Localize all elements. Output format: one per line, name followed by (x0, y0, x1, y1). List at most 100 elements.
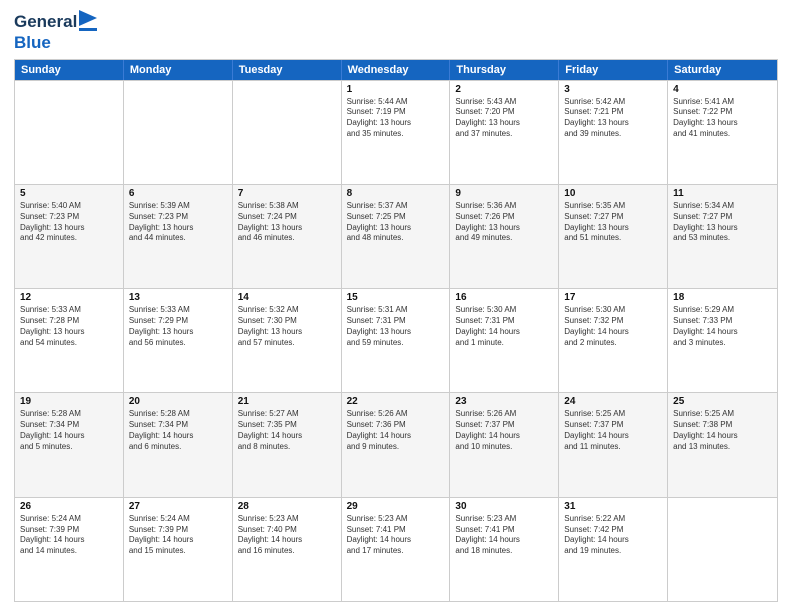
calendar-cell: 7 Sunrise: 5:38 AM Sunset: 7:24 PM Daylig… (233, 185, 342, 288)
calendar-header: SundayMondayTuesdayWednesdayThursdayFrid… (15, 60, 777, 80)
day-number: 11 (673, 188, 772, 199)
calendar-cell: 19Sunrise: 5:28 AM Sunset: 7:34 PM Dayli… (15, 393, 124, 496)
calendar-cell: 14 Sunrise: 5:32 AM Sunset: 7:30 PM Dayli… (233, 289, 342, 392)
calendar-cell: 5Sunrise: 5:40 AM Sunset: 7:23 PM Daylig… (15, 185, 124, 288)
calendar-row: 19 Sunrise: 5:28 AM Sunset: 7:34 PM Dayli… (15, 392, 777, 496)
calendar-cell: 23Sunrise: 5:26 AM Sunset: 7:37 PM Dayli… (450, 393, 559, 496)
calendar-cell: 10Sunrise: 5:35 AM Sunset: 7:27 PM Dayli… (559, 185, 668, 288)
cell-info: Sunrise: 5:30 AM Sunset: 7:31 PM Dayligh… (455, 305, 553, 348)
calendar-cell: 13Sunrise: 5:33 AM Sunset: 7:29 PM Dayli… (124, 289, 233, 392)
day-number: 31 (564, 501, 662, 512)
cell-info: Sunrise: 5:30 AM Sunset: 7:32 PM Dayligh… (564, 305, 662, 348)
cell-info: Sunrise: 5:23 AM Sunset: 7:40 PM Dayligh… (238, 514, 336, 557)
cell-info: Sunrise: 5:22 AM Sunset: 7:42 PM Dayligh… (564, 514, 662, 557)
cell-info: Sunrise: 5:39 AM Sunset: 7:23 PM Dayligh… (129, 201, 227, 244)
weekday-header: Sunday (15, 60, 124, 80)
calendar-cell: 24 Sunrise: 5:25 AM Sunset: 7:37 PM Dayli… (559, 393, 668, 496)
calendar-cell: 1 Sunrise: 5:44 AM Sunset: 7:19 PM Daylig… (342, 81, 451, 184)
calendar-cell: 31 Sunrise: 5:22 AM Sunset: 7:42 PM Dayli… (559, 498, 668, 601)
day-number: 16 (455, 292, 553, 303)
logo-blue: Blue (14, 34, 97, 53)
weekday-header: Tuesday (233, 60, 342, 80)
day-number: 14 (238, 292, 336, 303)
calendar-cell: 16 Sunrise: 5:30 AM Sunset: 7:31 PM Dayli… (450, 289, 559, 392)
calendar-cell: 12 Sunrise: 5:33 AM Sunset: 7:28 PM Dayli… (15, 289, 124, 392)
calendar-row: 12 Sunrise: 5:33 AM Sunset: 7:28 PM Dayli… (15, 288, 777, 392)
day-number: 9 (455, 188, 553, 199)
day-number: 13 (129, 292, 227, 303)
calendar-cell: 17 Sunrise: 5:30 AM Sunset: 7:32 PM Dayli… (559, 289, 668, 392)
day-number: 8 (347, 188, 445, 199)
cell-info: Sunrise: 5:26 AM Sunset: 7:36 PM Dayligh… (347, 409, 445, 452)
calendar-cell (668, 498, 777, 601)
cell-info: Sunrise: 5:34 AM Sunset: 7:27 PM Dayligh… (673, 201, 772, 244)
cell-info: Sunrise: 5:23 AM Sunset: 7:41 PM Dayligh… (347, 514, 445, 557)
cell-info: Sunrise: 5:23 AM Sunset: 7:41 PM Dayligh… (455, 514, 553, 557)
day-number: 4 (673, 84, 772, 95)
logo-icon (79, 10, 97, 34)
cell-info: Sunrise: 5:31 AM Sunset: 7:31 PM Dayligh… (347, 305, 445, 348)
cell-info: Sunrise: 5:41 AM Sunset: 7:22 PM Dayligh… (673, 97, 772, 140)
calendar-cell: 26 Sunrise: 5:24 AM Sunset: 7:39 PM Dayli… (15, 498, 124, 601)
day-number: 20 (129, 396, 227, 407)
cell-info: Sunrise: 5:25 AM Sunset: 7:37 PM Dayligh… (564, 409, 662, 452)
calendar-cell: 22Sunrise: 5:26 AM Sunset: 7:36 PM Dayli… (342, 393, 451, 496)
calendar-row: 1 Sunrise: 5:44 AM Sunset: 7:19 PM Daylig… (15, 80, 777, 184)
calendar-cell: 18 Sunrise: 5:29 AM Sunset: 7:33 PM Dayli… (668, 289, 777, 392)
calendar-cell: 27 Sunrise: 5:24 AM Sunset: 7:39 PM Dayli… (124, 498, 233, 601)
day-number: 12 (20, 292, 118, 303)
day-number: 27 (129, 501, 227, 512)
cell-info: Sunrise: 5:38 AM Sunset: 7:24 PM Dayligh… (238, 201, 336, 244)
calendar-cell: 15 Sunrise: 5:31 AM Sunset: 7:31 PM Dayli… (342, 289, 451, 392)
day-number: 2 (455, 84, 553, 95)
weekday-header: Wednesday (342, 60, 451, 80)
cell-info: Sunrise: 5:40 AM Sunset: 7:23 PM Dayligh… (20, 201, 118, 244)
day-number: 15 (347, 292, 445, 303)
cell-info: Sunrise: 5:44 AM Sunset: 7:19 PM Dayligh… (347, 97, 445, 140)
cell-info: Sunrise: 5:43 AM Sunset: 7:20 PM Dayligh… (455, 97, 553, 140)
calendar-cell: 3 Sunrise: 5:42 AM Sunset: 7:21 PM Daylig… (559, 81, 668, 184)
cell-info: Sunrise: 5:25 AM Sunset: 7:38 PM Dayligh… (673, 409, 772, 452)
calendar-cell: 9 Sunrise: 5:36 AM Sunset: 7:26 PM Daylig… (450, 185, 559, 288)
calendar-row: 26 Sunrise: 5:24 AM Sunset: 7:39 PM Dayli… (15, 497, 777, 601)
day-number: 10 (564, 188, 662, 199)
cell-info: Sunrise: 5:32 AM Sunset: 7:30 PM Dayligh… (238, 305, 336, 348)
logo-general: General (14, 13, 77, 32)
weekday-header: Friday (559, 60, 668, 80)
cell-info: Sunrise: 5:24 AM Sunset: 7:39 PM Dayligh… (20, 514, 118, 557)
calendar-body: 1 Sunrise: 5:44 AM Sunset: 7:19 PM Daylig… (15, 80, 777, 601)
day-number: 17 (564, 292, 662, 303)
calendar-cell: 4 Sunrise: 5:41 AM Sunset: 7:22 PM Daylig… (668, 81, 777, 184)
cell-info: Sunrise: 5:28 AM Sunset: 7:34 PM Dayligh… (129, 409, 227, 452)
logo: General Blue (14, 10, 97, 53)
calendar-cell: 8 Sunrise: 5:37 AM Sunset: 7:25 PM Daylig… (342, 185, 451, 288)
cell-info: Sunrise: 5:33 AM Sunset: 7:28 PM Dayligh… (20, 305, 118, 348)
day-number: 19 (20, 396, 118, 407)
day-number: 7 (238, 188, 336, 199)
day-number: 21 (238, 396, 336, 407)
calendar-cell (15, 81, 124, 184)
cell-info: Sunrise: 5:27 AM Sunset: 7:35 PM Dayligh… (238, 409, 336, 452)
cell-info: Sunrise: 5:37 AM Sunset: 7:25 PM Dayligh… (347, 201, 445, 244)
calendar-cell: 25 Sunrise: 5:25 AM Sunset: 7:38 PM Dayli… (668, 393, 777, 496)
day-number: 1 (347, 84, 445, 95)
cell-info: Sunrise: 5:42 AM Sunset: 7:21 PM Dayligh… (564, 97, 662, 140)
calendar-cell (124, 81, 233, 184)
page: General Blue SundayMondayTuesdayWednesda… (0, 0, 792, 612)
calendar-cell: 2 Sunrise: 5:43 AM Sunset: 7:20 PM Daylig… (450, 81, 559, 184)
calendar-cell (233, 81, 342, 184)
day-number: 6 (129, 188, 227, 199)
cell-info: Sunrise: 5:24 AM Sunset: 7:39 PM Dayligh… (129, 514, 227, 557)
cell-info: Sunrise: 5:29 AM Sunset: 7:33 PM Dayligh… (673, 305, 772, 348)
calendar-cell: 11 Sunrise: 5:34 AM Sunset: 7:27 PM Dayli… (668, 185, 777, 288)
day-number: 24 (564, 396, 662, 407)
calendar-row: 5Sunrise: 5:40 AM Sunset: 7:23 PM Daylig… (15, 184, 777, 288)
day-number: 3 (564, 84, 662, 95)
day-number: 25 (673, 396, 772, 407)
day-number: 26 (20, 501, 118, 512)
day-number: 18 (673, 292, 772, 303)
cell-info: Sunrise: 5:36 AM Sunset: 7:26 PM Dayligh… (455, 201, 553, 244)
calendar-cell: 6 Sunrise: 5:39 AM Sunset: 7:23 PM Daylig… (124, 185, 233, 288)
weekday-header: Thursday (450, 60, 559, 80)
calendar-cell: 30Sunrise: 5:23 AM Sunset: 7:41 PM Dayli… (450, 498, 559, 601)
